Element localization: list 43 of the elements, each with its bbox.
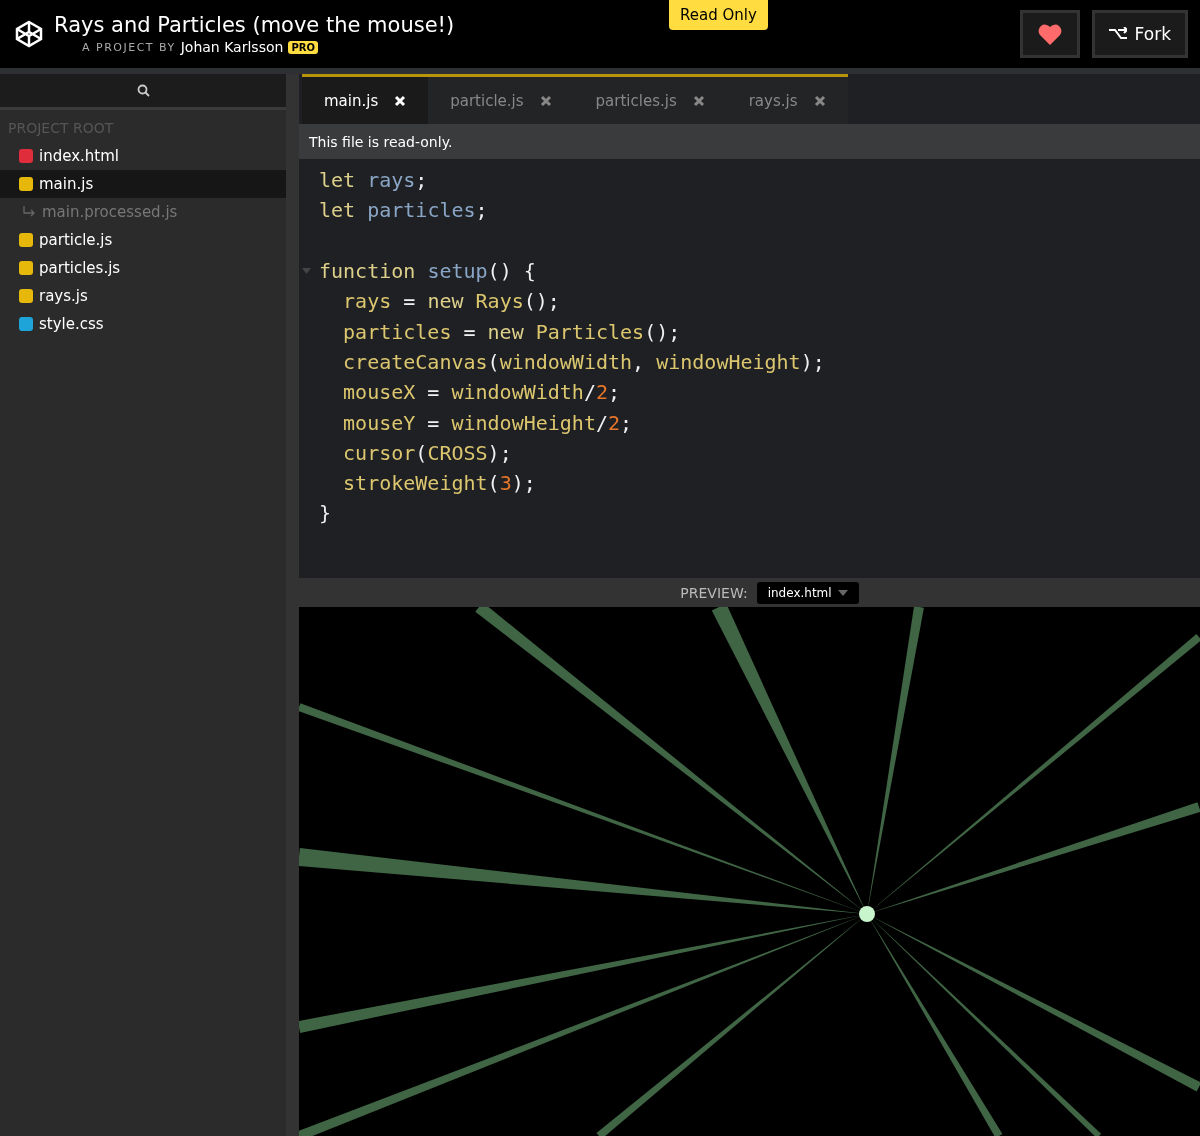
byline-label: A PROJECT BY: [82, 40, 176, 54]
code-line: strokeWeight(3);: [342, 471, 536, 496]
read-only-badge: Read Only: [669, 0, 768, 30]
fork-button[interactable]: Fork: [1091, 10, 1188, 58]
file-item[interactable]: particle.js: [0, 226, 286, 254]
code-line: cursor(CROSS);: [342, 440, 512, 465]
file-tab[interactable]: main.js: [302, 77, 429, 124]
js-file-icon: [19, 261, 33, 275]
code-line: }: [319, 501, 332, 526]
js-file-icon: [19, 233, 33, 247]
file-item[interactable]: index.html: [0, 142, 286, 170]
author-link[interactable]: Johan Karlsson: [180, 39, 284, 55]
cube-logo-icon: [14, 19, 44, 49]
file-tab[interactable]: particle.js: [428, 77, 574, 124]
heart-icon: [1037, 23, 1062, 45]
code-line: particles = new Particles();: [342, 319, 681, 344]
file-tab[interactable]: particles.js: [573, 77, 727, 124]
js-file-icon: [19, 177, 33, 191]
file-item[interactable]: rays.js: [0, 282, 286, 310]
file-item[interactable]: main.js: [0, 170, 286, 198]
like-button[interactable]: [1019, 10, 1080, 58]
js-file-icon: [19, 289, 33, 303]
code-line: let particles;: [319, 198, 488, 223]
css-file-icon: [19, 317, 33, 331]
preview-file-select[interactable]: index.html: [756, 581, 859, 604]
file-tab[interactable]: rays.js: [726, 77, 848, 124]
file-item[interactable]: particles.js: [0, 254, 286, 282]
preview-label: PREVIEW:: [680, 584, 748, 601]
code-line: mouseY = windowHeight/2;: [342, 410, 633, 435]
pro-badge: PRO: [288, 40, 318, 54]
return-arrow-icon: [22, 206, 36, 218]
code-line: let rays;: [319, 168, 428, 193]
read-only-notice: This file is read-only.: [299, 124, 1200, 159]
fork-icon: [1108, 27, 1127, 41]
search-icon[interactable]: [136, 84, 150, 97]
code-line: rays = new Rays();: [342, 289, 560, 314]
caret-icon: [837, 589, 848, 596]
file-item[interactable]: style.css: [0, 310, 286, 338]
code-line: mouseX = windowWidth/2;: [342, 380, 621, 405]
html-file-icon: [19, 149, 33, 163]
code-line: function setup() {: [319, 259, 536, 284]
code-line: createCanvas(windowWidth, windowHeight);: [342, 349, 825, 374]
project-title: Rays and Particles (move the mouse!): [54, 13, 455, 37]
